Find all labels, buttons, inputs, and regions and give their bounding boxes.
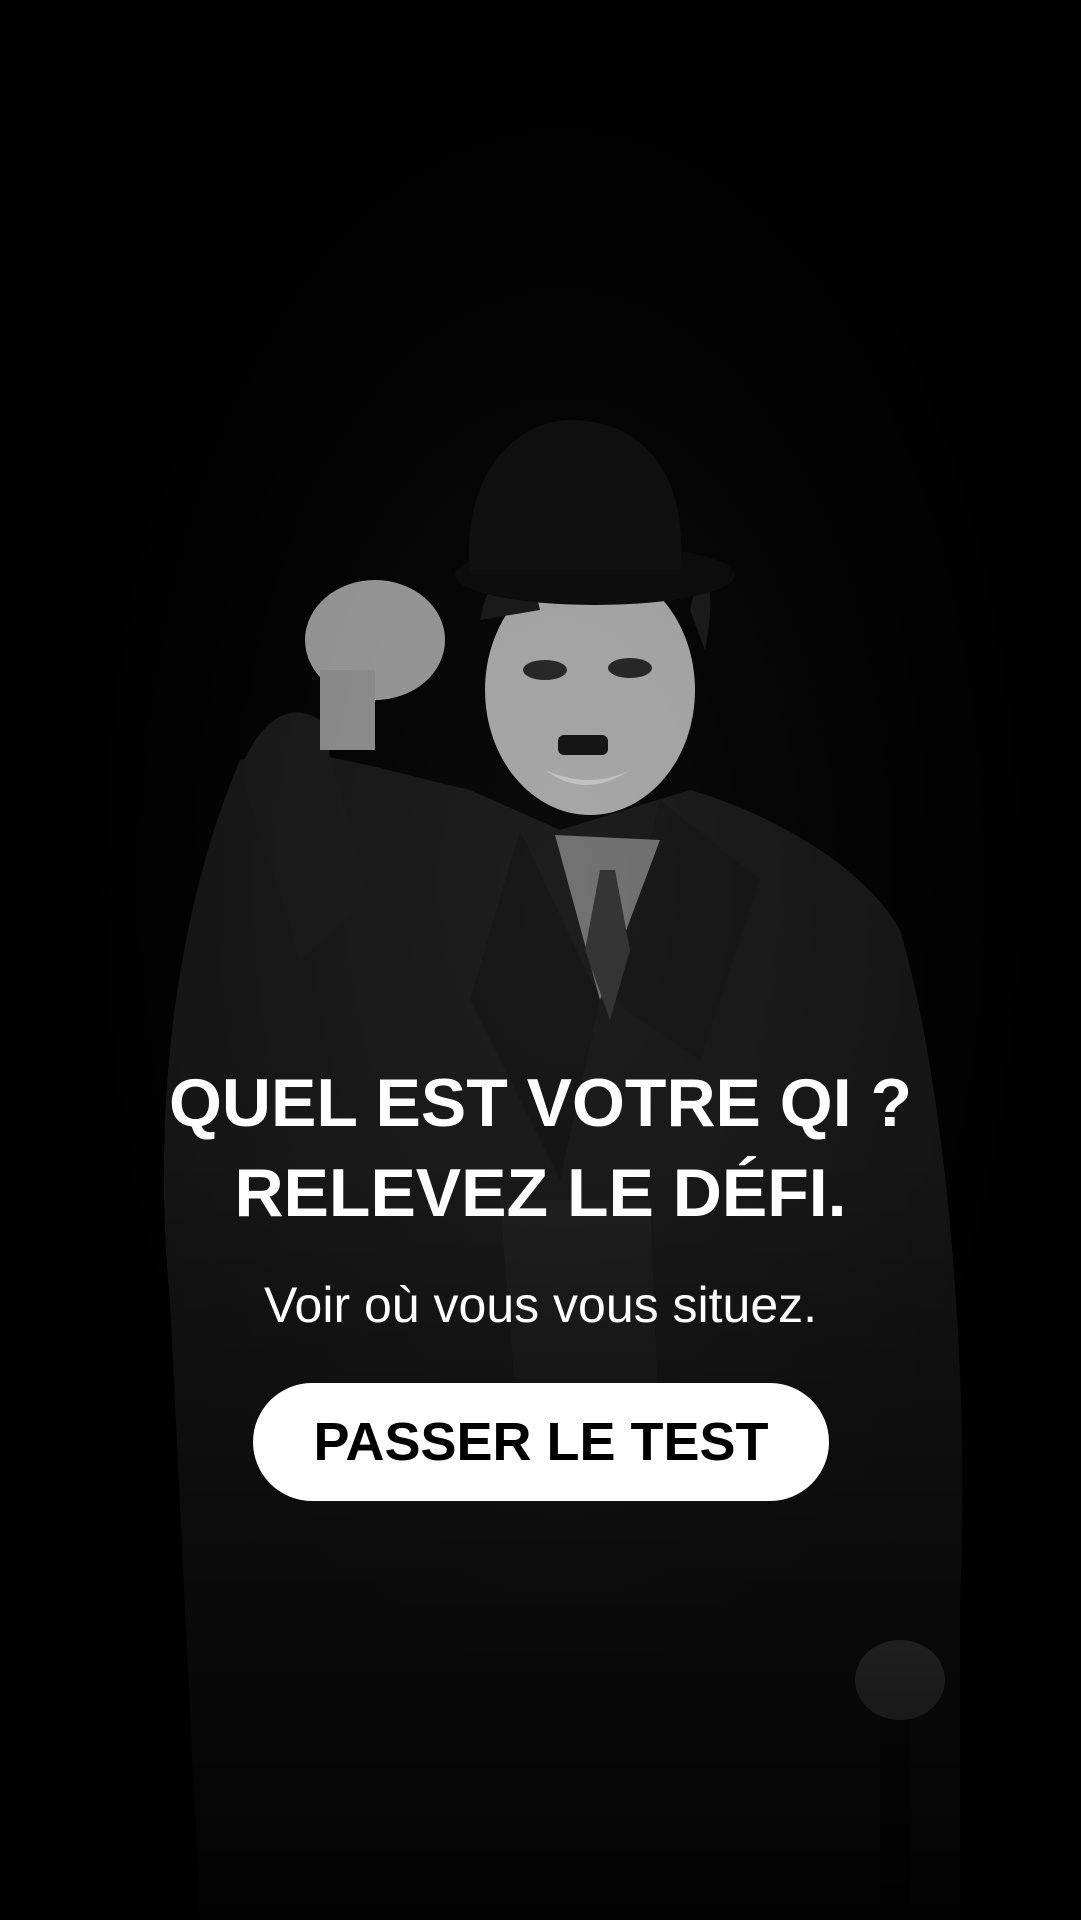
take-test-button[interactable]: PASSER LE TEST	[253, 1383, 829, 1501]
subtitle: Voir où vous vous situez.	[263, 1277, 818, 1333]
ad-screen: QUEL EST VOTRE QI ? RELEVEZ LE DÉFI. Voi…	[0, 0, 1081, 1920]
man-in-bowler-hat-photo	[0, 0, 1081, 1920]
headline-line-2: RELEVEZ LE DÉFI.	[234, 1155, 847, 1231]
headline-line-1: QUEL EST VOTRE QI ?	[168, 1065, 913, 1141]
